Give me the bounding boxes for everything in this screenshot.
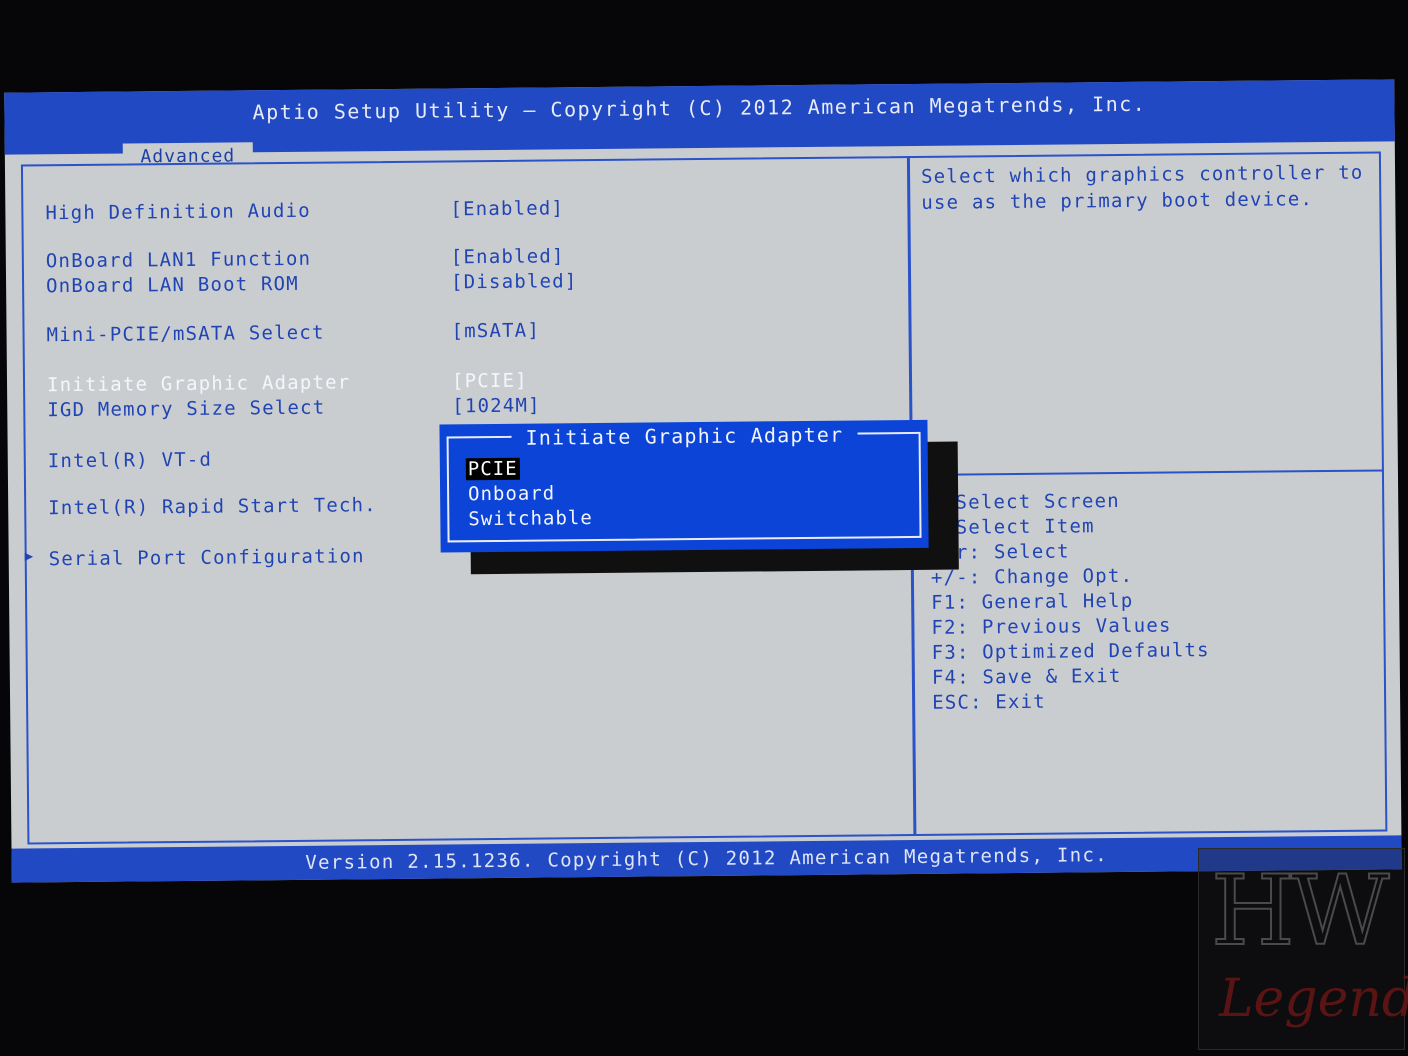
option-switchable[interactable]: Switchable xyxy=(468,507,593,530)
help-text: Select which graphics controller to use … xyxy=(920,161,1364,214)
setting-label: Intel(R) Rapid Start Tech. xyxy=(48,494,377,520)
setting-label: Serial Port Configuration xyxy=(48,545,365,571)
value-lan1-function[interactable]: [Enabled] xyxy=(451,245,565,268)
setting-label: Intel(R) VT-d xyxy=(47,448,213,473)
option-popup: Initiate Graphic Adapter PCIE Onboard Sw… xyxy=(439,419,929,553)
watermark-legend: Legend xyxy=(1219,969,1408,1029)
setting-igd-memory[interactable]: IGD Memory Size Select xyxy=(47,397,325,422)
setting-label: Mini-PCIE/mSATA Select xyxy=(46,321,325,347)
submenu-serial-port[interactable]: ▶ Serial Port Configuration xyxy=(25,545,365,571)
setting-label: IGD Memory Size Select xyxy=(47,396,326,422)
setting-label: OnBoard LAN Boot ROM xyxy=(45,272,299,298)
watermark-hw: HW xyxy=(1210,854,1390,968)
key-optimized-defaults: F3: Optimized Defaults xyxy=(931,639,1210,664)
setting-rapid-start[interactable]: Intel(R) Rapid Start Tech. xyxy=(48,494,377,519)
value-igd-memory[interactable]: [1024M] xyxy=(452,395,541,418)
app-title: Aptio Setup Utility – Copyright (C) 2012… xyxy=(252,91,1147,125)
option-pcie[interactable]: PCIE xyxy=(465,457,520,481)
value-lan-boot-rom[interactable]: [Disabled] xyxy=(451,270,578,293)
footer-version: Version 2.15.1236. Copyright (C) 2012 Am… xyxy=(305,844,1108,874)
setting-hd-audio[interactable]: High Definition Audio xyxy=(45,200,311,225)
value-mini-pcie[interactable]: [mSATA] xyxy=(451,320,540,343)
key-select-screen: : Select Screen xyxy=(930,490,1120,514)
key-save-exit: F4: Save & Exit xyxy=(931,664,1122,689)
setting-label: Initiate Graphic Adapter xyxy=(46,371,351,397)
setting-lan1-function[interactable]: OnBoard LAN1 Function xyxy=(46,248,312,273)
value-hd-audio[interactable]: [Enabled] xyxy=(450,197,564,220)
key-previous-values: F2: Previous Values xyxy=(931,614,1172,639)
key-esc-exit: ESC: Exit xyxy=(932,690,1047,714)
setting-graphic-adapter[interactable]: Initiate Graphic Adapter xyxy=(47,371,351,396)
bios-screen: Aptio Setup Utility – Copyright (C) 2012… xyxy=(4,79,1402,883)
key-general-help: F1: General Help xyxy=(931,589,1134,614)
submenu-arrow-icon: ▶ xyxy=(24,548,35,565)
setting-label: OnBoard LAN1 Function xyxy=(45,247,312,273)
key-change-opt: +/-: Change Opt. xyxy=(930,564,1134,589)
popup-title: Initiate Graphic Adapter xyxy=(511,422,858,450)
setting-vt-d[interactable]: Intel(R) VT-d xyxy=(48,449,213,473)
watermark-logo: HW Legend xyxy=(1198,848,1408,1050)
setting-label: High Definition Audio xyxy=(45,199,311,225)
option-onboard[interactable]: Onboard xyxy=(468,482,555,505)
setting-lan-boot-rom[interactable]: OnBoard LAN Boot ROM xyxy=(46,273,299,297)
value-graphic-adapter[interactable]: [PCIE] xyxy=(452,370,528,393)
setting-mini-pcie[interactable]: Mini-PCIE/mSATA Select xyxy=(46,322,324,347)
